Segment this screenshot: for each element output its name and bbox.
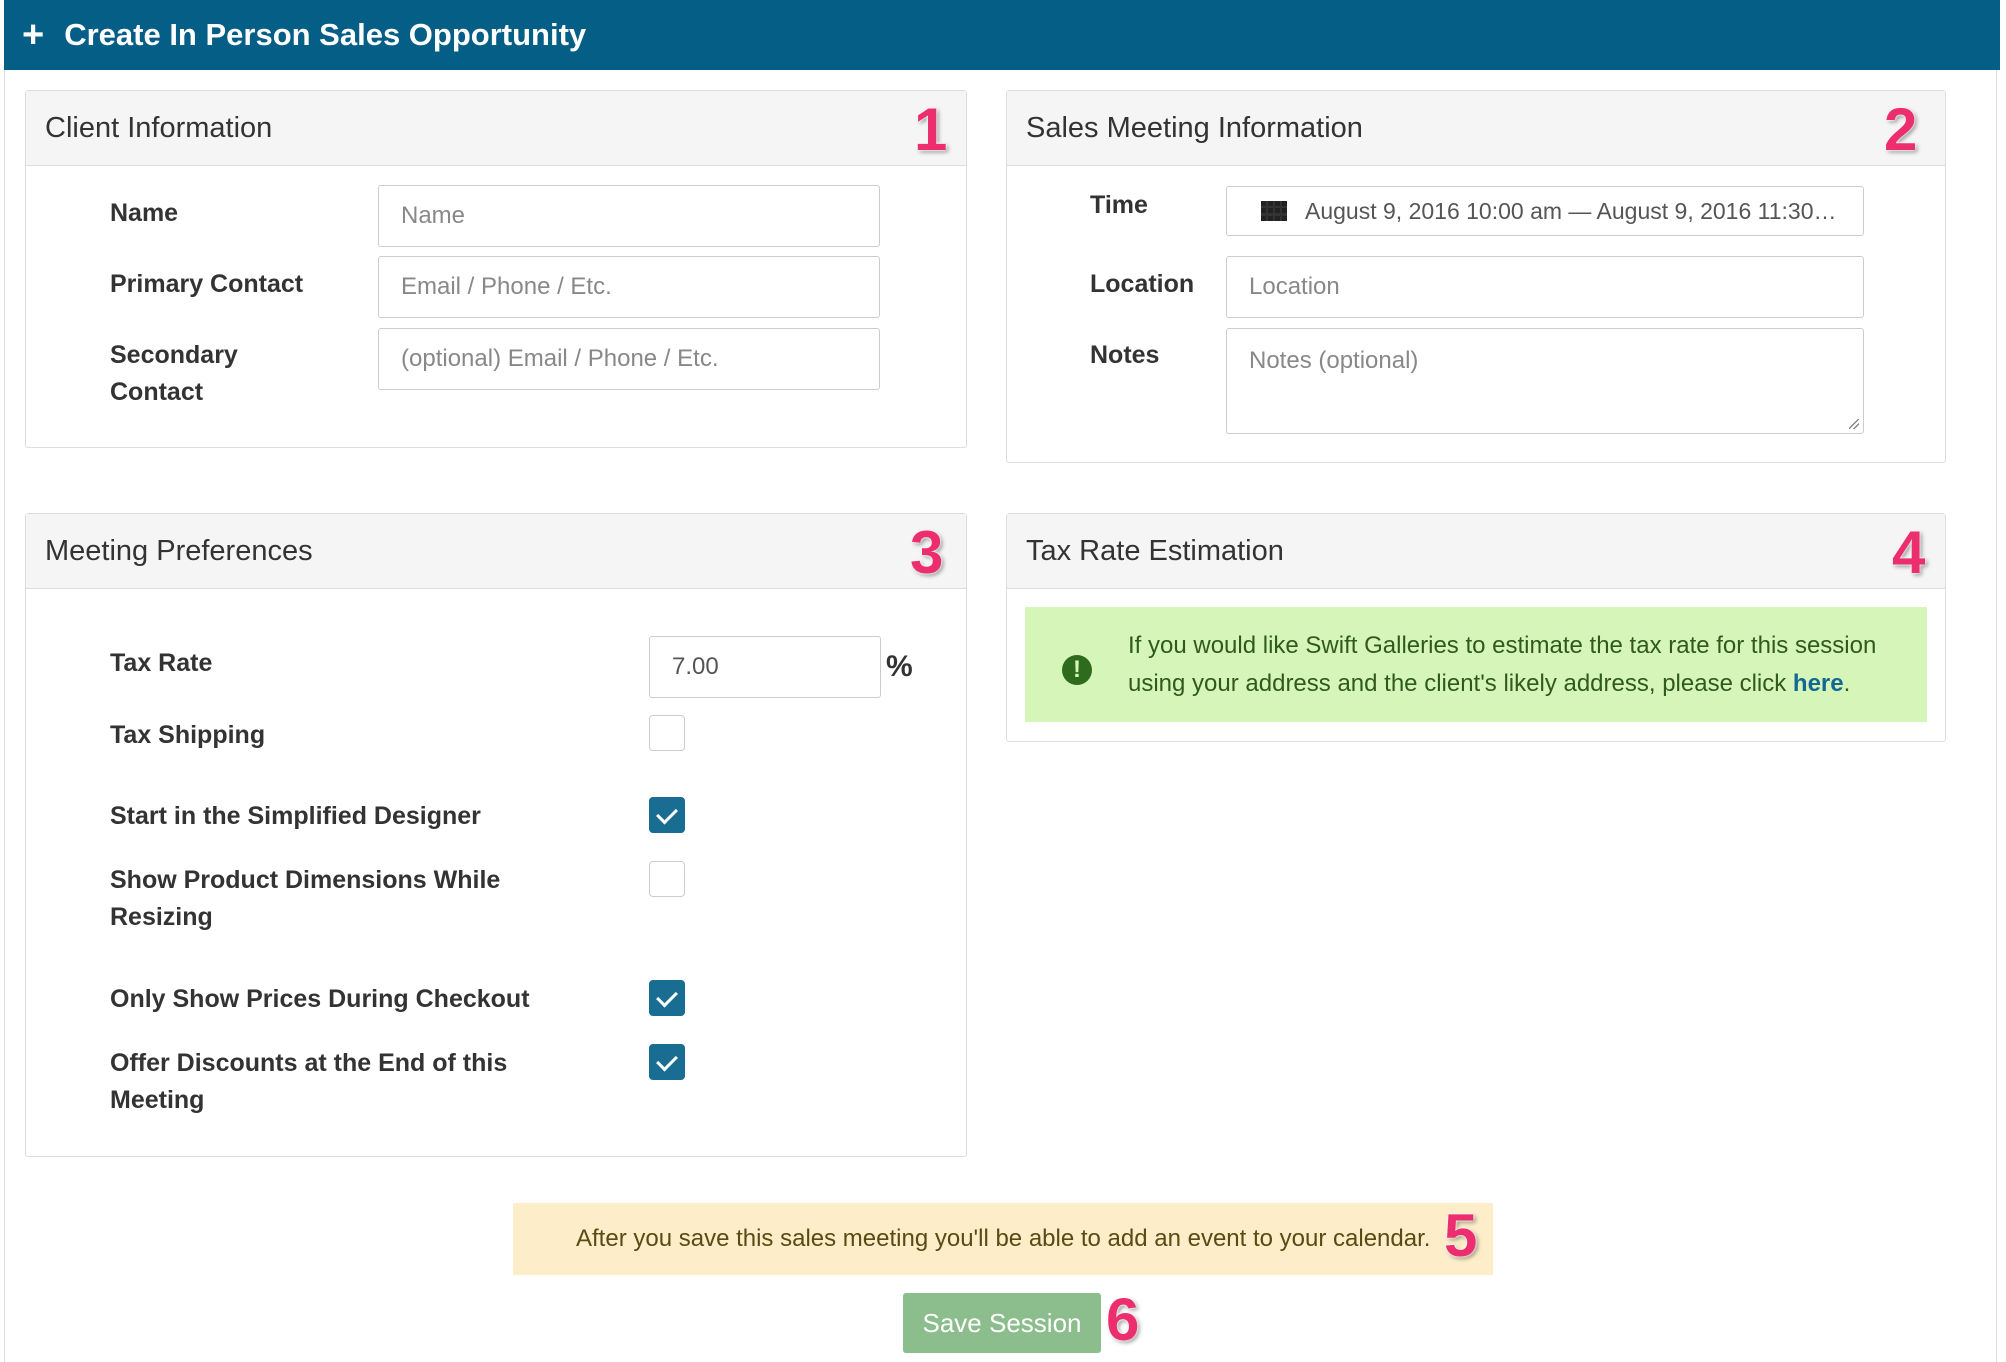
name-input[interactable]: Name: [378, 185, 880, 247]
time-range-value: August 9, 2016 10:00 am — August 9, 2016…: [1305, 197, 1837, 224]
time-label: Time: [1090, 191, 1148, 219]
exclamation-icon: !: [1062, 655, 1092, 685]
annotation-badge-1: 1: [914, 96, 948, 163]
plus-icon: +: [22, 14, 45, 56]
simplified-designer-label: Start in the Simplified Designer: [110, 802, 481, 830]
product-dimensions-label: Show Product Dimensions While Resizing: [110, 866, 501, 931]
sales-meeting-title: Sales Meeting Information: [1007, 91, 1945, 166]
calendar-notice-text: After you save this sales meeting you'll…: [576, 1225, 1431, 1252]
notes-placeholder: Notes (optional): [1249, 347, 1419, 374]
calendar-notice: After you save this sales meeting you'll…: [513, 1203, 1493, 1275]
page-header: + Create In Person Sales Opportunity: [4, 0, 2000, 70]
right-border: [1996, 70, 1997, 1362]
save-session-button[interactable]: Save Session: [903, 1293, 1101, 1353]
location-label: Location: [1090, 270, 1195, 298]
tax-rate-input[interactable]: 7.00: [649, 636, 881, 698]
tax-estimation-title: Tax Rate Estimation: [1007, 514, 1945, 589]
secondary-contact-input[interactable]: (optional) Email / Phone / Etc.: [378, 328, 880, 390]
primary-contact-label: Primary Contact: [110, 270, 304, 298]
meeting-prefs-title: Meeting Preferences: [26, 514, 966, 589]
annotation-badge-6: 6: [1106, 1286, 1140, 1353]
percent-sign: %: [886, 650, 913, 683]
time-range-picker[interactable]: August 9, 2016 10:00 am — August 9, 2016…: [1226, 186, 1864, 236]
location-input[interactable]: Location: [1226, 256, 1864, 318]
tax-rate-label: Tax Rate: [110, 649, 213, 677]
tax-estimation-alert: ! If you would like Swift Galleries to e…: [1025, 607, 1927, 722]
primary-contact-input[interactable]: Email / Phone / Etc.: [378, 256, 880, 318]
product-dimensions-checkbox[interactable]: [649, 861, 685, 897]
offer-discounts-checkbox[interactable]: [649, 1044, 685, 1080]
estimate-tax-link[interactable]: here: [1793, 670, 1844, 697]
client-info-title: Client Information: [26, 91, 966, 166]
tax-shipping-label: Tax Shipping: [110, 721, 266, 749]
annotation-badge-4: 4: [1892, 519, 1926, 586]
tax-estimation-message-line2: using your address and the client's like…: [1128, 670, 1851, 697]
prices-checkout-label: Only Show Prices During Checkout: [110, 985, 530, 1013]
annotation-badge-2: 2: [1884, 96, 1918, 163]
name-label: Name: [110, 199, 179, 227]
secondary-contact-label: Secondary Contact: [110, 341, 238, 406]
calendar-icon: [1261, 201, 1287, 221]
page-title: Create In Person Sales Opportunity: [64, 17, 587, 52]
notes-label: Notes: [1090, 341, 1160, 369]
resize-handle-icon[interactable]: [1849, 419, 1859, 429]
annotation-badge-5: 5: [1444, 1202, 1478, 1269]
tax-shipping-checkbox[interactable]: [649, 715, 685, 751]
tax-estimation-message-line1: If you would like Swift Galleries to est…: [1128, 632, 1877, 659]
simplified-designer-checkbox[interactable]: [649, 797, 685, 833]
annotation-badge-3: 3: [910, 519, 944, 586]
left-border: [4, 70, 5, 1362]
offer-discounts-label: Offer Discounts at the End of this Meeti…: [110, 1049, 508, 1114]
notes-textarea[interactable]: Notes (optional): [1226, 328, 1864, 434]
prices-checkout-checkbox[interactable]: [649, 980, 685, 1016]
